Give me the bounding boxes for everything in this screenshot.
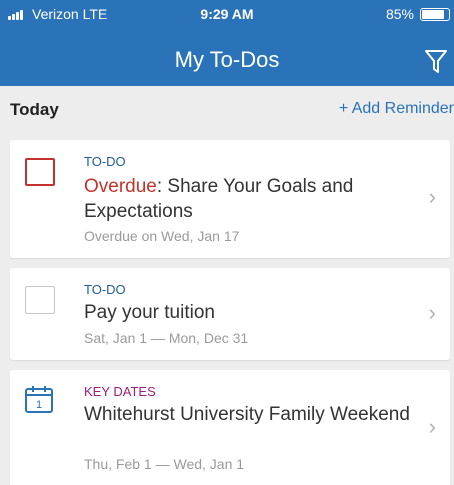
battery-percent: 85% [385,6,414,22]
card-subtitle: Thu, Feb 1 — Wed, Jan 1 [84,456,245,472]
todo-card-overdue[interactable]: TO-DO Overdue: Share Your Goals and Expe… [10,140,450,258]
overdue-checkbox[interactable] [25,158,55,186]
plus-icon: + [338,100,349,117]
chevron-right-icon: › [428,414,436,439]
card-type-label: TO-DO [84,282,126,297]
card-title: Overdue: Share Your Goals and Expectatio… [84,174,416,224]
card-subtitle: Sat, Jan 1 — Mon, Dec 31 [84,330,249,346]
section-header-today: Today + Add Reminder [0,86,454,132]
add-reminder-button[interactable]: + Add Reminder [339,100,454,118]
overdue-prefix: Overdue [84,176,157,197]
card-title: Pay your tuition [84,302,215,323]
card-subtitle: Overdue on Wed, Jan 17 [84,228,240,244]
chevron-right-icon: › [428,300,436,325]
page-title: My To-Dos [174,47,280,72]
svg-text:1: 1 [36,399,42,411]
app-header: Verizon LTE 9:29 AM 85% My To-Dos [0,0,454,86]
card-type-label: TO-DO [84,154,126,169]
filter-icon[interactable] [424,49,448,75]
card-title: Whitehurst University Family Weekend [84,404,410,425]
add-reminder-label: Add Reminder [351,100,454,117]
card-type-label: KEY DATES [84,384,156,399]
todo-card-tuition[interactable]: TO-DO Pay your tuition Sat, Jan 1 — Mon,… [10,268,450,360]
todo-checkbox[interactable] [25,286,55,314]
app-screen: Verizon LTE 9:29 AM 85% My To-Dos Today … [0,0,454,485]
status-bar: Verizon LTE 9:29 AM 85% [0,0,454,28]
battery-icon [420,8,450,21]
section-title: Today [10,100,59,119]
key-dates-card[interactable]: 1 KEY DATES Whitehurst University Family… [10,370,450,485]
chevron-right-icon: › [428,184,436,209]
battery-level-fill [422,10,445,19]
calendar-icon: 1 [25,386,53,413]
